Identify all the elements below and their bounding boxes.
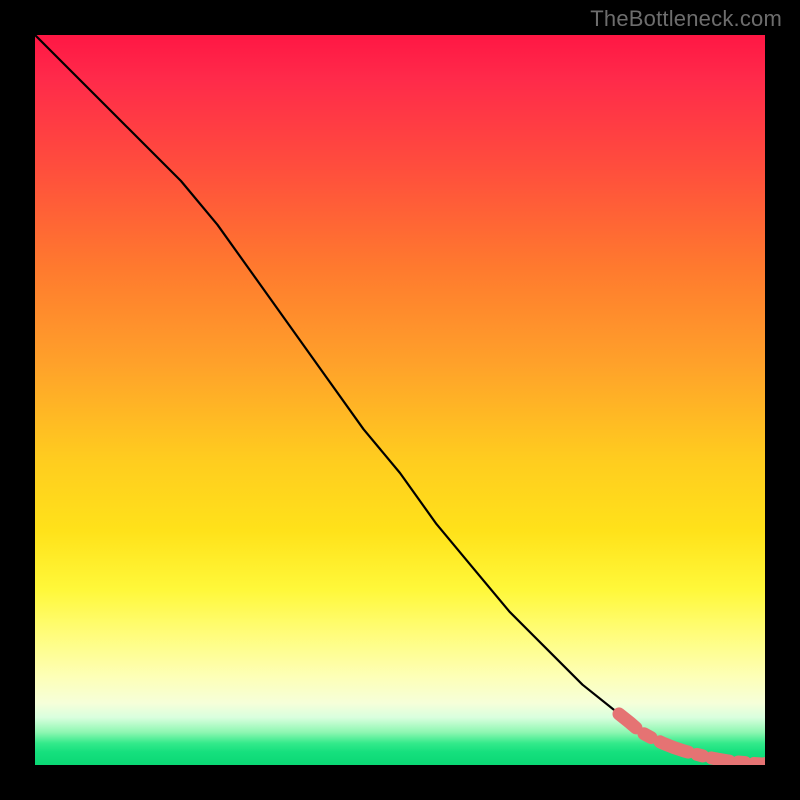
chart-overlay (35, 35, 765, 765)
highlight-segment (619, 714, 765, 764)
main-curve (35, 35, 765, 764)
attribution-text: TheBottleneck.com (590, 6, 782, 32)
plot-area (35, 35, 765, 765)
chart-frame: TheBottleneck.com (0, 0, 800, 800)
